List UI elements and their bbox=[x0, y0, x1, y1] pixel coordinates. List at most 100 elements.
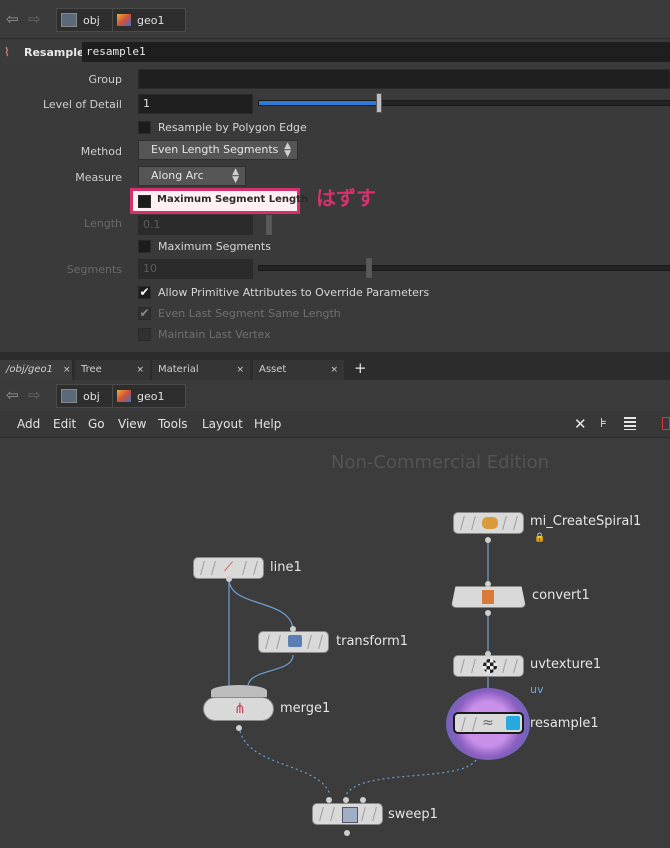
segments-label: Segments bbox=[66, 263, 122, 276]
node-uvtexture1[interactable] bbox=[453, 655, 524, 677]
node-sweep1[interactable] bbox=[312, 803, 383, 825]
close-icon[interactable]: × bbox=[136, 360, 144, 380]
input-port[interactable] bbox=[343, 797, 349, 803]
tab-tree-view[interactable]: Tree View × bbox=[75, 360, 150, 395]
even-last-checkbox[interactable]: ✔ bbox=[138, 307, 151, 320]
node-name-field[interactable]: resample1 bbox=[82, 42, 670, 62]
node-transform1[interactable] bbox=[258, 631, 329, 653]
menu-add[interactable]: Add bbox=[17, 417, 40, 431]
measure-value: Along Arc bbox=[151, 169, 204, 182]
lod-slider[interactable] bbox=[258, 100, 670, 106]
back-arrow-icon[interactable]: ⇦ bbox=[6, 386, 19, 404]
segments-slider-handle[interactable] bbox=[366, 258, 372, 278]
length-label: Length bbox=[84, 217, 122, 230]
close-icon[interactable]: × bbox=[63, 360, 71, 380]
input-port[interactable] bbox=[326, 797, 332, 803]
measure-dropdown[interactable]: Along Arc ▲ ▼ bbox=[138, 166, 246, 186]
lod-field[interactable]: 1 bbox=[138, 94, 253, 114]
transform-icon bbox=[288, 635, 302, 647]
obj-network-icon bbox=[61, 389, 77, 403]
output-port[interactable] bbox=[344, 830, 350, 836]
allow-prim-checkbox[interactable]: ✔ bbox=[138, 286, 151, 299]
polygon-edge-label: Resample by Polygon Edge bbox=[158, 121, 307, 134]
obj-network-icon bbox=[61, 13, 77, 27]
lock-icon: 🔒 bbox=[534, 533, 546, 543]
lod-label: Level of Detail bbox=[42, 98, 122, 111]
geo-icon bbox=[117, 14, 131, 26]
tab-label: Asset Browser bbox=[259, 364, 300, 395]
output-port[interactable] bbox=[485, 537, 491, 543]
wires bbox=[228, 540, 489, 796]
lod-slider-handle[interactable] bbox=[376, 93, 382, 113]
wire-line-transform bbox=[228, 578, 294, 630]
annotation-text: はずす bbox=[316, 186, 376, 210]
updown-icon: ▲ ▼ bbox=[232, 167, 239, 185]
node-label-convert1: convert1 bbox=[532, 588, 590, 603]
wire-resample-sweep bbox=[345, 759, 477, 796]
length-slider-handle[interactable] bbox=[266, 215, 272, 235]
add-tab-icon[interactable]: + bbox=[354, 359, 367, 377]
tab-asset-browser[interactable]: Asset Browser × bbox=[253, 360, 344, 395]
close-icon[interactable]: × bbox=[236, 360, 244, 380]
output-port[interactable] bbox=[226, 576, 232, 582]
node-label-merge1: merge1 bbox=[280, 701, 331, 716]
node-convert1[interactable] bbox=[451, 586, 526, 608]
method-label: Method bbox=[80, 145, 122, 158]
input-port[interactable] bbox=[360, 797, 366, 803]
back-arrow-icon[interactable]: ⇦ bbox=[6, 10, 19, 28]
close-icon[interactable]: × bbox=[330, 360, 338, 380]
max-seg-length-label: Maximum Segment Length bbox=[157, 194, 309, 205]
input-port[interactable] bbox=[290, 626, 296, 632]
measure-label: Measure bbox=[75, 171, 122, 184]
node-merge1[interactable]: ⋔ bbox=[203, 697, 274, 721]
max-segments-checkbox[interactable] bbox=[138, 240, 151, 253]
output-port[interactable] bbox=[485, 610, 491, 616]
menu-go[interactable]: Go bbox=[88, 417, 105, 431]
segments-slider[interactable] bbox=[258, 265, 670, 271]
node-label-resample1: resample1 bbox=[530, 716, 599, 731]
tab-label: /obj/geo1 bbox=[6, 364, 53, 375]
allow-prim-label: Allow Primitive Attributes to Override P… bbox=[158, 286, 430, 299]
node-label-line1: line1 bbox=[270, 560, 302, 575]
segments-field[interactable]: 10 bbox=[138, 259, 253, 279]
list-icon[interactable] bbox=[624, 417, 636, 430]
tab-material-palette[interactable]: Material Palette × bbox=[152, 360, 250, 395]
polygon-edge-checkbox[interactable] bbox=[138, 121, 151, 134]
max-seg-length-checkbox[interactable] bbox=[138, 195, 151, 208]
menu-layout[interactable]: Layout bbox=[202, 417, 243, 431]
breadcrumb-label: geo1 bbox=[137, 13, 165, 27]
input-port[interactable] bbox=[485, 651, 491, 657]
method-dropdown[interactable]: Even Length Segments ▲ ▼ bbox=[138, 140, 298, 160]
tab-obj-geo1[interactable]: /obj/geo1 × bbox=[0, 360, 72, 380]
output-port[interactable] bbox=[236, 725, 242, 731]
spiral-icon bbox=[482, 517, 498, 529]
menu-edit[interactable]: Edit bbox=[53, 417, 76, 431]
sweep-icon bbox=[342, 807, 358, 823]
node-label-spiral: mi_CreateSpiral1 bbox=[530, 514, 642, 529]
maintain-last-checkbox[interactable] bbox=[138, 328, 151, 341]
merge-input-bar[interactable] bbox=[211, 685, 267, 697]
breadcrumb-label: obj bbox=[83, 389, 100, 403]
convert-icon bbox=[482, 590, 494, 604]
wrench-icon[interactable]: ✕ bbox=[574, 415, 587, 433]
breadcrumb-geo1[interactable]: geo1 bbox=[112, 8, 186, 32]
display-flag[interactable] bbox=[506, 716, 520, 730]
node-label-uvtexture1: uvtexture1 bbox=[530, 657, 602, 672]
menu-tools[interactable]: Tools bbox=[158, 417, 188, 431]
forward-arrow-icon[interactable]: ⇨ bbox=[28, 10, 41, 28]
input-port[interactable] bbox=[485, 581, 491, 587]
group-field[interactable] bbox=[138, 69, 670, 89]
node-mi-createspiral1[interactable] bbox=[453, 512, 524, 534]
menu-view[interactable]: View bbox=[118, 417, 146, 431]
grid-icon[interactable] bbox=[662, 417, 670, 430]
node-type-label: Resample bbox=[24, 45, 85, 59]
tree-icon[interactable]: ⊧ bbox=[600, 416, 607, 431]
breadcrumb-label: geo1 bbox=[137, 389, 165, 403]
menu-help[interactable]: Help bbox=[254, 417, 281, 431]
breadcrumb-geo1[interactable]: geo1 bbox=[112, 384, 186, 408]
forward-arrow-icon[interactable]: ⇨ bbox=[28, 386, 41, 404]
updown-icon: ▲ ▼ bbox=[284, 141, 291, 159]
node-resample1[interactable]: ≈ bbox=[453, 712, 524, 734]
resample-icon: ⌇ bbox=[4, 45, 10, 59]
length-field[interactable]: 0.1 bbox=[138, 215, 253, 235]
